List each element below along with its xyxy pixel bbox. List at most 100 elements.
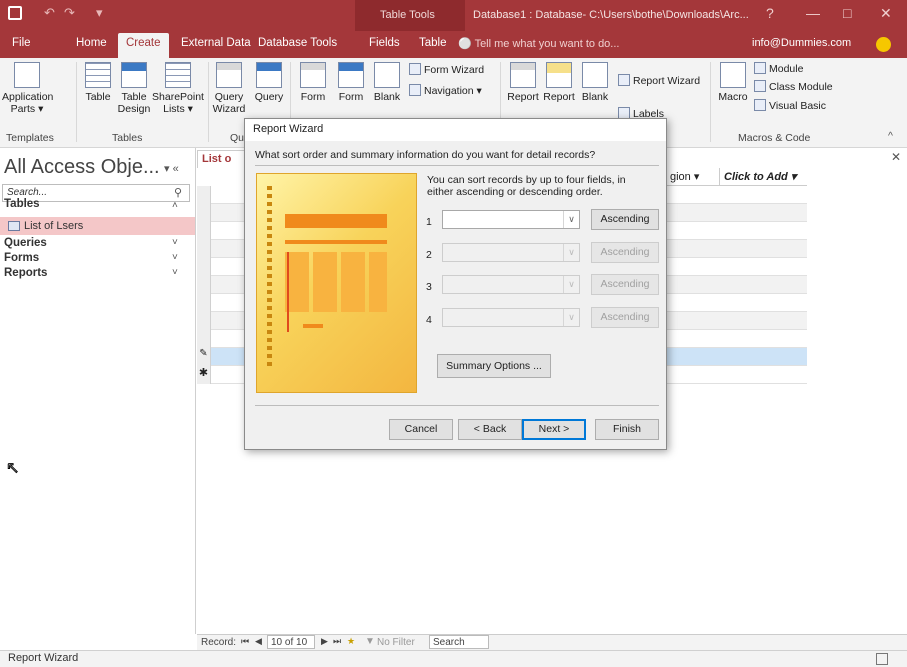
chevron-down-icon[interactable]: ˅	[172, 237, 178, 248]
form-icon	[300, 62, 326, 88]
nav-menu-icon[interactable]: ▾ «	[164, 162, 179, 175]
query-wizard-label-2: Wizard	[212, 103, 246, 115]
navigation-button[interactable]: Navigation ▾	[409, 84, 482, 97]
minimize-button[interactable]: —	[806, 5, 820, 21]
form-design-button[interactable]: Form	[334, 62, 368, 103]
tell-me-box[interactable]: ⚪ Tell me what you want to do...	[458, 37, 619, 50]
report-button[interactable]: Report	[506, 62, 540, 103]
previous-record-icon[interactable]: ◀	[255, 636, 262, 647]
blank-form-button[interactable]: Blank	[370, 62, 404, 103]
sort-field-1-select[interactable]: ∨	[442, 210, 580, 229]
cancel-button[interactable]: Cancel	[389, 419, 453, 440]
account-name[interactable]: info@Dummies.com	[752, 37, 851, 49]
next-record-icon[interactable]: ▶	[321, 636, 328, 647]
tab-home[interactable]: Home	[76, 37, 107, 49]
query-design-button[interactable]: Query	[252, 62, 286, 103]
report-design-button[interactable]: Report	[542, 62, 576, 103]
tab-create[interactable]: Create	[118, 33, 169, 58]
row-selector[interactable]	[197, 330, 211, 348]
nav-section-tables[interactable]: Tables	[4, 198, 40, 210]
sharepoint-lists-button[interactable]: SharePoint Lists ▾	[152, 62, 204, 115]
click-to-add-column[interactable]: Click to Add ▾	[719, 168, 807, 186]
row-selector[interactable]	[197, 204, 211, 222]
form-design-icon	[338, 62, 364, 88]
nav-pane-title[interactable]: All Access Obje...	[4, 156, 160, 179]
record-label: Record:	[201, 637, 237, 648]
row-selector[interactable]	[197, 276, 211, 294]
report-label: Report	[507, 91, 539, 103]
sort-order-1-button[interactable]: Ascending	[591, 209, 659, 230]
table-button[interactable]: Table	[82, 62, 114, 103]
sort-order-3-button[interactable]: Ascending	[591, 274, 659, 295]
tab-database-tools[interactable]: Database Tools	[258, 37, 337, 49]
macro-button[interactable]: Macro	[716, 62, 750, 103]
restore-button[interactable]: □	[843, 5, 851, 21]
sort-field-2-select[interactable]: ∨	[442, 243, 580, 262]
save-icon[interactable]	[8, 6, 22, 20]
table-design-button[interactable]: Table Design	[116, 62, 152, 115]
customize-qat-icon[interactable]: ▾	[96, 5, 103, 21]
sort-field-3-select[interactable]: ∨	[442, 275, 580, 294]
class-module-label: Class Module	[769, 81, 833, 93]
row-selector[interactable]	[197, 240, 211, 258]
next-button[interactable]: Next >	[522, 419, 586, 440]
dialog-prompt: What sort order and summary information …	[255, 149, 596, 161]
summary-options-button[interactable]: Summary Options ...	[437, 354, 551, 378]
blank-report-button[interactable]: Blank	[578, 62, 612, 103]
report-wizard-button[interactable]: Report Wizard	[618, 74, 700, 87]
row-selector[interactable]	[197, 294, 211, 312]
nav-section-forms[interactable]: Forms	[4, 252, 39, 264]
redo-icon[interactable]: ↷	[64, 5, 75, 21]
visual-basic-button[interactable]: Visual Basic	[754, 99, 826, 112]
context-tab-label: Table Tools	[380, 9, 435, 21]
class-module-button[interactable]: Class Module	[754, 80, 833, 93]
sort-field-4-select[interactable]: ∨	[442, 308, 580, 327]
report-design-label: Report	[543, 91, 575, 103]
close-document-icon[interactable]: ✕	[891, 150, 901, 164]
tab-file[interactable]: File	[12, 37, 31, 49]
tab-table[interactable]: Table	[419, 37, 447, 49]
sort-order-4-button[interactable]: Ascending	[591, 307, 659, 328]
close-button[interactable]: ✕	[880, 5, 892, 22]
record-search-input[interactable]: Search	[429, 635, 489, 649]
row-selector[interactable]	[197, 222, 211, 240]
last-record-icon[interactable]: ⏭	[333, 636, 341, 647]
help-button[interactable]: ?	[766, 5, 774, 21]
collapse-ribbon-icon[interactable]: ^	[888, 130, 893, 142]
new-record-nav-icon[interactable]: ★	[347, 636, 355, 647]
record-position-input[interactable]: 10 of 10	[267, 635, 315, 649]
form-button[interactable]: Form	[296, 62, 330, 103]
tab-external-data[interactable]: External Data	[181, 37, 251, 49]
row-selector[interactable]	[197, 258, 211, 276]
nav-section-queries[interactable]: Queries	[4, 237, 47, 249]
sort-order-2-button[interactable]: Ascending	[591, 242, 659, 263]
nav-section-reports[interactable]: Reports	[4, 267, 47, 279]
group-separator	[208, 62, 209, 142]
query-wizard-icon	[216, 62, 242, 88]
table-design-label: Table	[121, 91, 147, 103]
tab-fields[interactable]: Fields	[369, 37, 400, 49]
chevron-down-icon[interactable]: ˅	[172, 252, 178, 263]
chevron-up-icon[interactable]: ˄	[172, 200, 178, 211]
header-bar-illustration	[285, 214, 387, 228]
no-filter-label[interactable]: No Filter	[377, 637, 415, 648]
nav-item-list-of-lsers[interactable]: List of Lsers	[0, 217, 195, 235]
query-wizard-button[interactable]: Query Wizard	[212, 62, 246, 115]
datasheet-view-icon[interactable]	[876, 653, 888, 665]
sharepoint-label-2: Lists ▾	[163, 103, 193, 115]
document-title: Database1 : Database- C:\Users\bothe\Dow…	[473, 9, 749, 21]
row-selector[interactable]	[197, 186, 211, 204]
finish-button[interactable]: Finish	[595, 419, 659, 440]
first-record-icon[interactable]: ⏮	[241, 636, 249, 647]
undo-icon[interactable]: ↶	[44, 5, 55, 21]
group-tables-label: Tables	[112, 132, 143, 144]
chevron-down-icon[interactable]: ˅	[172, 267, 178, 278]
module-button[interactable]: Module	[754, 62, 803, 75]
module-label: Module	[769, 63, 804, 75]
back-button[interactable]: < Back	[458, 419, 522, 440]
form-wizard-button[interactable]: Form Wizard	[409, 63, 484, 76]
application-parts-button[interactable]: Application Parts ▾	[2, 62, 53, 115]
smiley-feedback-icon[interactable]	[876, 37, 891, 52]
column-header-region[interactable]: gion ▾	[665, 168, 719, 186]
row-selector[interactable]	[197, 312, 211, 330]
